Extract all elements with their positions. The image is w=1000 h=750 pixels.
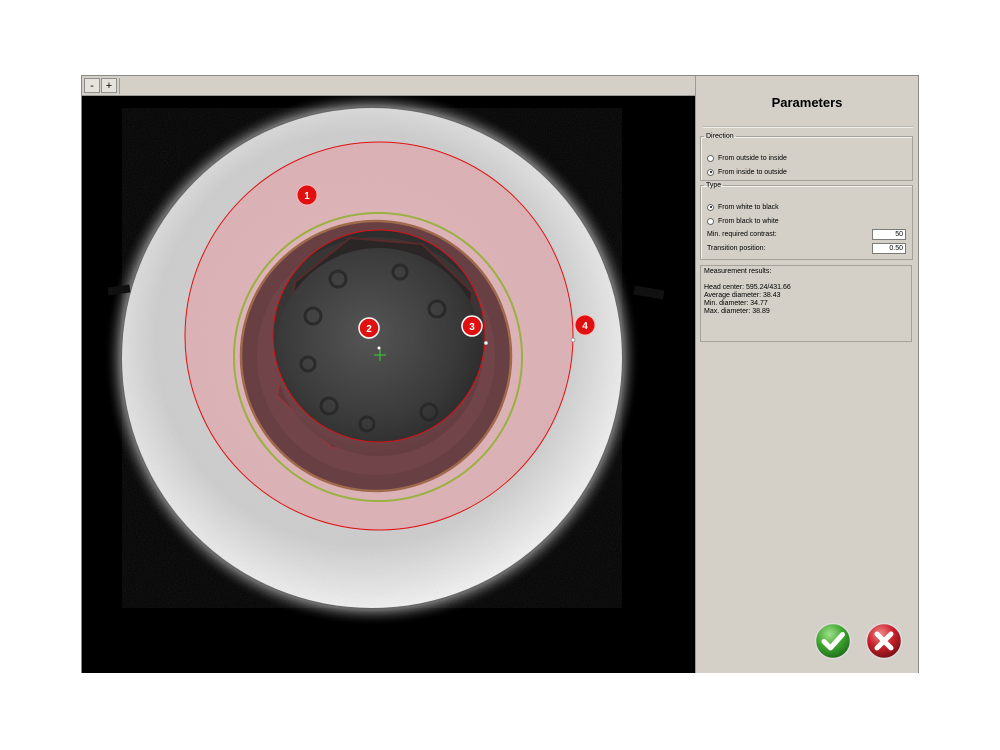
radio-black-to-white[interactable]: From black to white: [707, 215, 779, 227]
cancel-button[interactable]: [865, 622, 903, 660]
inspection-window: - + 1 2 3 4 Parameters Direction From ou…: [81, 75, 919, 673]
panel-title: Parameters: [771, 95, 843, 110]
close-icon: [865, 622, 903, 660]
results-header: Measurement results:: [704, 268, 772, 275]
type-legend: Type: [706, 182, 722, 189]
measurement-results: Measurement results: Head center: 595.24…: [700, 265, 912, 342]
radio-button-selected[interactable]: [707, 168, 714, 176]
radio-outside-to-inside[interactable]: From outside to inside: [707, 152, 787, 164]
transition-row: Transition position:: [707, 243, 906, 255]
marker-3-label: 3: [469, 322, 475, 333]
radio-label: From outside to inside: [718, 154, 787, 162]
marker-4[interactable]: 4: [574, 314, 596, 336]
radio-label: From white to black: [718, 203, 779, 211]
ok-button[interactable]: [814, 622, 852, 660]
parameters-panel: Parameters Direction From outside to ins…: [695, 76, 918, 673]
radio-button[interactable]: [707, 217, 714, 225]
marker-1[interactable]: 1: [296, 184, 318, 206]
direction-group: Direction From outside to inside From in…: [700, 133, 913, 181]
min-contrast-label: Min. required contrast:: [707, 231, 777, 238]
inspection-image[interactable]: 1 2 3 4: [82, 96, 695, 673]
transition-label: Transition position:: [707, 245, 766, 252]
head-center-value: Head center: 595.24/431.66: [704, 284, 791, 291]
viewer-toolbar: - +: [82, 76, 695, 96]
marker-4-label: 4: [582, 321, 588, 332]
transition-input[interactable]: [872, 243, 906, 254]
image-viewer[interactable]: - + 1 2 3 4: [82, 76, 695, 673]
min-contrast-row: Min. required contrast:: [707, 229, 906, 241]
radio-white-to-black[interactable]: From white to black: [707, 201, 779, 213]
zoom-in-button[interactable]: +: [101, 78, 117, 93]
marker-3[interactable]: 3: [461, 315, 483, 337]
marker-1-label: 1: [304, 191, 310, 202]
radio-button-selected[interactable]: [707, 203, 714, 211]
radio-label: From inside to outside: [718, 168, 787, 176]
check-icon: [814, 622, 852, 660]
average-diameter-value: Average diameter: 38.43: [704, 292, 781, 299]
toolbar-separator: [119, 78, 120, 94]
radio-inside-to-outside[interactable]: From inside to outside: [707, 166, 787, 178]
inner-radius-handle[interactable]: [483, 340, 489, 346]
inspection-band: [82, 96, 695, 673]
title-divider: [703, 126, 913, 128]
radio-label: From black to white: [718, 217, 779, 225]
min-contrast-input[interactable]: [872, 229, 906, 240]
direction-legend: Direction: [706, 133, 734, 140]
min-diameter-value: Min. diameter: 34.77: [704, 300, 768, 307]
zoom-out-button[interactable]: -: [84, 78, 100, 93]
max-diameter-value: Max. diameter: 38.89: [704, 308, 770, 315]
outer-radius-handle[interactable]: [570, 337, 576, 343]
marker-2[interactable]: 2: [358, 317, 380, 339]
marker-2-label: 2: [366, 324, 372, 335]
camera-image[interactable]: 1 2 3 4: [82, 96, 695, 673]
radio-button[interactable]: [707, 154, 714, 162]
type-group: Type From white to black From black to w…: [700, 182, 913, 260]
